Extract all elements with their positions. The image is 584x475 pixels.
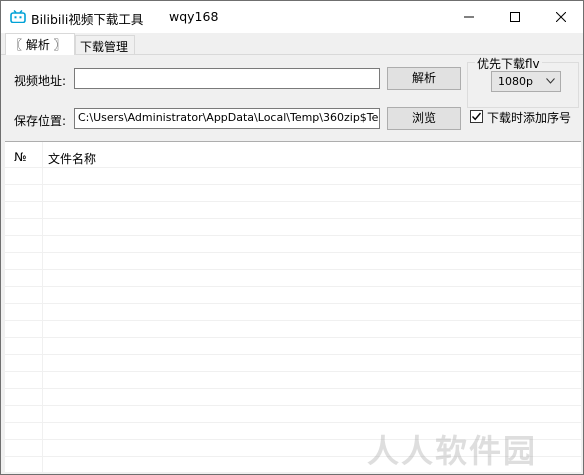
grid-line <box>5 218 581 219</box>
priority-group-title: 优先下载flv <box>475 55 542 72</box>
save-location-label: 保存位置: <box>14 114 67 128</box>
chevron-down-icon <box>546 78 555 84</box>
checkmark-icon <box>471 112 482 121</box>
grid-line <box>5 167 581 168</box>
minimize-button[interactable] <box>446 1 492 33</box>
tab-parse[interactable]: 〖 解析 〗 <box>5 33 75 55</box>
grid-line <box>5 252 581 253</box>
tab-download-manager[interactable]: 下载管理 <box>75 35 135 54</box>
grid-line <box>5 422 581 423</box>
window-title: Bilibili视频下载工具 <box>31 12 144 27</box>
maximize-button[interactable] <box>492 1 538 33</box>
grid-line <box>5 405 581 406</box>
grid-line <box>5 371 581 372</box>
video-url-input[interactable] <box>74 68 380 89</box>
quality-selected-value: 1080p <box>498 75 533 88</box>
grid-line <box>5 286 581 287</box>
grid-line <box>5 235 581 236</box>
grid-line <box>5 388 581 389</box>
window-user: wqy168 <box>169 9 219 24</box>
title-bar[interactable]: Bilibili视频下载工具 wqy168 <box>1 1 583 33</box>
close-button[interactable] <box>538 1 583 33</box>
grid-line <box>5 201 581 202</box>
watermark: 人人软件园 <box>367 432 538 470</box>
save-location-input[interactable]: C:\Users\Administrator\AppData\Local\Tem… <box>74 108 380 129</box>
quality-select[interactable]: 1080p <box>491 71 561 92</box>
add-sequence-checkbox[interactable] <box>470 110 483 123</box>
grid-line <box>5 184 581 185</box>
bilibili-tv-icon <box>10 10 26 23</box>
grid-line <box>5 303 581 304</box>
browse-button[interactable]: 浏览 <box>387 107 461 130</box>
maximize-icon <box>510 12 520 22</box>
grid-line <box>5 354 581 355</box>
grid-line <box>5 269 581 270</box>
close-icon <box>556 12 566 22</box>
video-url-label: 视频地址: <box>14 74 67 88</box>
grid-line <box>5 337 581 338</box>
column-header-filename[interactable]: 文件名称 <box>48 150 96 167</box>
file-list[interactable]: № 文件名称 <box>5 141 581 472</box>
column-header-number[interactable]: № <box>14 150 26 164</box>
grid-line <box>5 320 581 321</box>
minimize-icon <box>464 16 474 18</box>
add-sequence-label: 下载时添加序号 <box>487 111 572 125</box>
app-window: Bilibili视频下载工具 wqy168 〖 解析 〗 下载管理 视频地址: … <box>0 0 584 475</box>
parse-button[interactable]: 解析 <box>387 67 461 90</box>
